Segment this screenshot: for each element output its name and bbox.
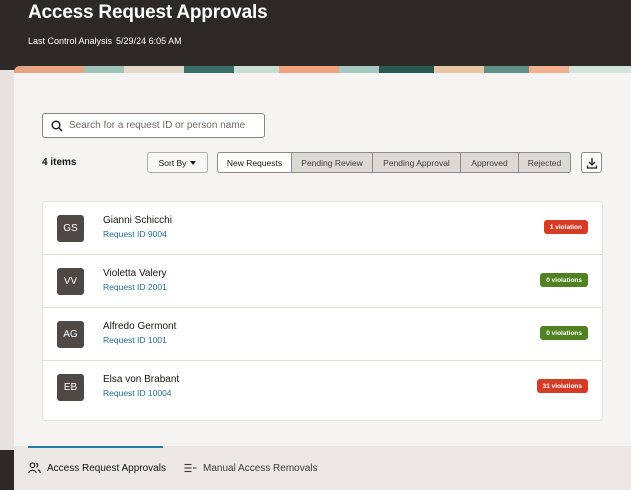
page-title: Access Request Approvals <box>28 2 268 23</box>
person-name: Violetta Valery <box>103 268 167 279</box>
request-row-alfredo-germont[interactable]: AG Alfredo Germont Request ID 1001 0 vio… <box>43 308 602 361</box>
last-control-label: Last Control Analysis <box>28 36 113 46</box>
items-count: 4 items <box>42 157 77 168</box>
chevron-down-icon <box>190 160 197 165</box>
page-header: Access Request Approvals Last Control An… <box>0 0 631 70</box>
avatar: AG <box>57 321 84 348</box>
tab-label: Access Request Approvals <box>47 462 166 474</box>
search-input[interactable] <box>69 114 259 137</box>
filter-pending-review[interactable]: Pending Review <box>291 152 373 173</box>
request-id-link[interactable]: Request ID 10004 <box>103 388 172 398</box>
sort-by-label: Sort By <box>158 157 187 168</box>
tab-manual-access-removals[interactable]: Manual Access Removals <box>184 446 318 490</box>
request-row-violetta-valery[interactable]: VV Violetta Valery Request ID 2001 0 vio… <box>43 255 602 308</box>
list-remove-icon <box>184 463 197 473</box>
tab-access-request-approvals[interactable]: Access Request Approvals <box>28 446 166 490</box>
violation-badge: 0 violations <box>540 326 588 340</box>
person-name: Alfredo Germont <box>103 321 177 332</box>
last-control-value: 5/29/24 6:05 AM <box>116 36 182 46</box>
filter-approved[interactable]: Approved <box>460 152 519 173</box>
avatar: GS <box>57 215 84 242</box>
filter-new-requests[interactable]: New Requests <box>217 152 292 173</box>
tab-label: Manual Access Removals <box>203 462 318 474</box>
users-icon <box>28 462 41 474</box>
filter-rejected[interactable]: Rejected <box>518 152 571 173</box>
search-box[interactable] <box>42 113 265 138</box>
person-name: Gianni Schicchi <box>103 215 172 226</box>
violation-badge: 31 violations <box>536 379 588 393</box>
filter-pending-approval[interactable]: Pending Approval <box>372 152 461 173</box>
request-row-gianni-schicchi[interactable]: GS Gianni Schicchi Request ID 9004 1 vio… <box>43 202 602 255</box>
request-row-elsa-von-brabant[interactable]: EB Elsa von Brabant Request ID 10004 31 … <box>43 361 602 414</box>
bottom-tab-bar: Access Request Approvals Manual Access R… <box>14 446 631 490</box>
person-name: Elsa von Brabant <box>103 374 180 385</box>
violation-badge: 0 violations <box>540 273 588 287</box>
request-list: GS Gianni Schicchi Request ID 9004 1 vio… <box>42 201 603 421</box>
sort-by-button[interactable]: Sort By <box>147 152 208 173</box>
violation-badge: 1 violation <box>543 220 588 234</box>
request-id-link[interactable]: Request ID 9004 <box>103 229 167 239</box>
main-panel: 4 items Sort By New Requests Pending Rev… <box>14 66 631 446</box>
request-id-link[interactable]: Request ID 1001 <box>103 335 167 345</box>
avatar: VV <box>57 268 84 295</box>
decorative-banner <box>14 66 631 73</box>
last-control-analysis: Last Control Analysis 5/29/24 6:05 AM <box>28 36 182 46</box>
download-icon <box>586 157 597 169</box>
request-id-link[interactable]: Request ID 2001 <box>103 282 167 292</box>
background-texture <box>0 70 14 450</box>
download-button[interactable] <box>581 152 602 173</box>
search-icon <box>51 120 63 132</box>
avatar: EB <box>57 374 84 401</box>
